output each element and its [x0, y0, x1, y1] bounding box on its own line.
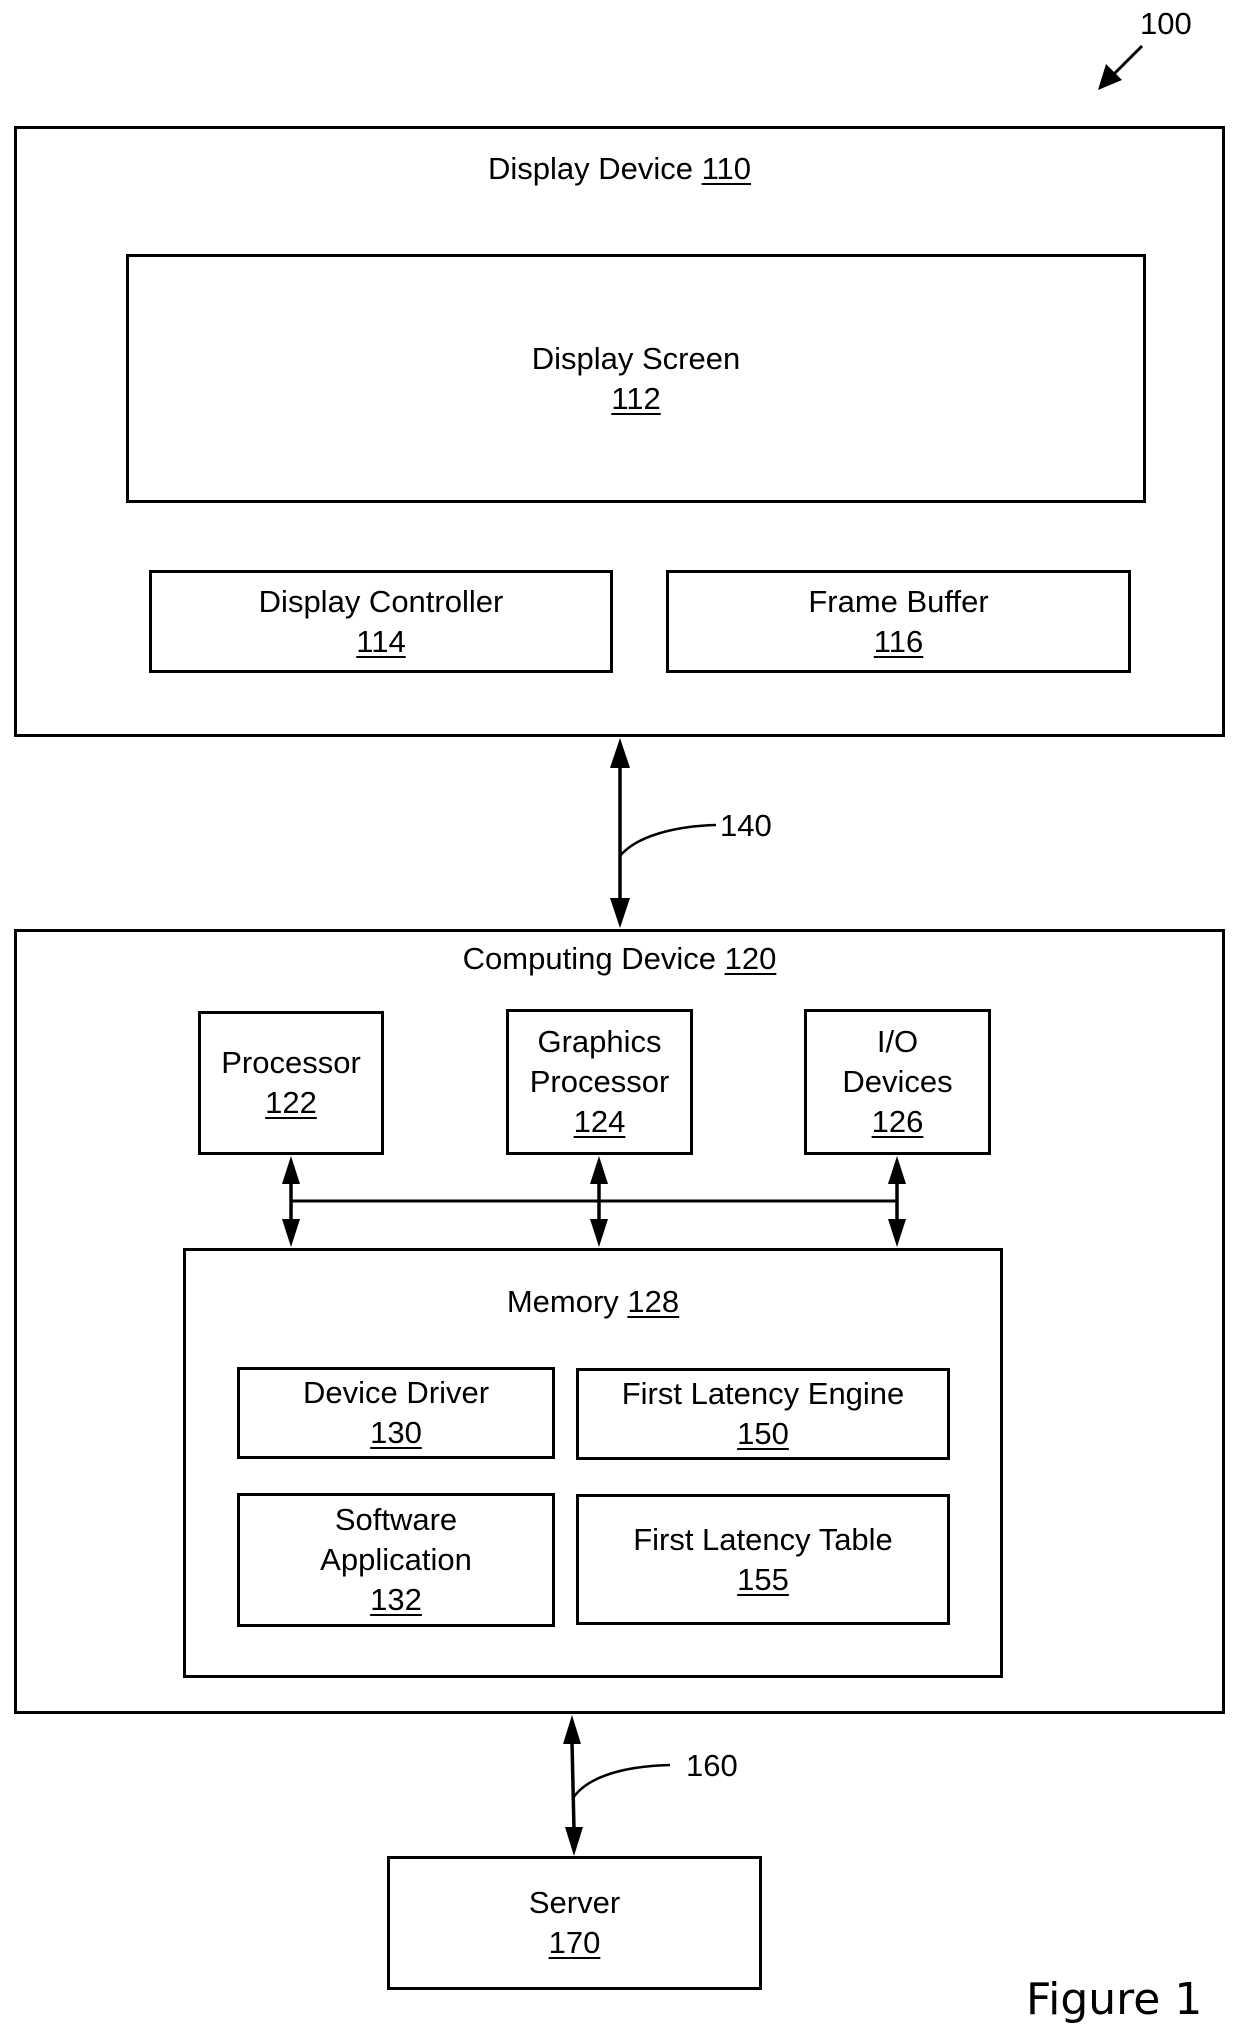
- frame-buffer-box: Frame Buffer 116: [666, 570, 1131, 673]
- display-screen-label: Display Screen 112: [129, 339, 1143, 419]
- figure-reference-number: 100: [1140, 6, 1192, 41]
- device-driver-number: 130: [370, 1415, 422, 1450]
- display-screen-title: Display Screen: [531, 340, 741, 376]
- frame-buffer-label: Frame Buffer 116: [669, 582, 1128, 662]
- link-160-label: 160: [686, 1748, 738, 1783]
- computing-device-title: Computing Device: [462, 941, 716, 976]
- device-driver-box: Device Driver 130: [237, 1367, 555, 1459]
- io-devices-number: 126: [871, 1104, 924, 1139]
- software-application-title-line1: Software: [334, 1502, 458, 1537]
- memory-label: Memory 128: [186, 1282, 1000, 1322]
- processor-box: Processor 122: [198, 1011, 384, 1155]
- graphics-processor-title-line1: Graphics: [537, 1024, 662, 1059]
- server-number: 170: [548, 1925, 601, 1960]
- software-application-box: Software Application 132: [237, 1493, 555, 1627]
- first-latency-table-number: 155: [737, 1561, 789, 1597]
- memory-number: 128: [627, 1284, 680, 1319]
- processor-title: Processor: [221, 1045, 361, 1080]
- device-driver-title: Device Driver: [302, 1375, 490, 1410]
- computing-device-number: 120: [724, 941, 777, 976]
- first-latency-table-box: First Latency Table 155: [576, 1494, 950, 1625]
- first-latency-engine-label: First Latency Engine 150: [579, 1374, 947, 1454]
- memory-title: Memory: [506, 1284, 619, 1319]
- computing-device-label: Computing Device 120: [17, 939, 1222, 979]
- graphics-processor-box: Graphics Processor 124: [506, 1009, 693, 1155]
- display-screen-box: Display Screen 112: [126, 254, 1146, 503]
- display-controller-number: 114: [356, 623, 406, 659]
- display-device-number: 110: [701, 151, 752, 186]
- software-application-title-line2: Application: [320, 1542, 472, 1577]
- link-140-label: 140: [720, 808, 772, 843]
- frame-buffer-number: 116: [873, 623, 924, 659]
- first-latency-table-title: First Latency Table: [633, 1521, 893, 1557]
- processor-number: 122: [265, 1085, 317, 1120]
- display-controller-label: Display Controller 114: [152, 582, 610, 662]
- display-device-label: Display Device 110: [17, 149, 1222, 189]
- display-screen-number: 112: [611, 380, 661, 416]
- software-application-number: 132: [370, 1582, 422, 1617]
- display-controller-title: Display Controller: [258, 583, 504, 619]
- processor-label: Processor 122: [201, 1043, 381, 1123]
- first-latency-engine-title: First Latency Engine: [621, 1376, 905, 1411]
- display-controller-box: Display Controller 114: [149, 570, 613, 673]
- frame-buffer-title: Frame Buffer: [808, 583, 989, 619]
- figure-reference-arrow: [1098, 44, 1144, 90]
- link-160-arrow: [563, 1715, 671, 1856]
- figure-caption: Figure 1: [1026, 1974, 1203, 2025]
- io-devices-title-line2: Devices: [842, 1064, 953, 1099]
- server-label: Server 170: [390, 1883, 759, 1963]
- first-latency-engine-number: 150: [737, 1416, 789, 1451]
- server-box: Server 170: [387, 1856, 762, 1990]
- graphics-processor-number: 124: [573, 1104, 626, 1139]
- io-devices-title-line1: I/O: [876, 1024, 919, 1059]
- graphics-processor-label: Graphics Processor 124: [509, 1022, 690, 1142]
- graphics-processor-title-line2: Processor: [529, 1064, 670, 1099]
- first-latency-engine-box: First Latency Engine 150: [576, 1368, 950, 1460]
- display-device-title: Display Device: [487, 151, 693, 186]
- software-application-label: Software Application 132: [240, 1500, 552, 1620]
- device-driver-label: Device Driver 130: [240, 1373, 552, 1453]
- link-140-arrow: [610, 738, 717, 928]
- io-devices-label: I/O Devices 126: [807, 1022, 988, 1142]
- io-devices-box: I/O Devices 126: [804, 1009, 991, 1155]
- server-title: Server: [528, 1885, 621, 1920]
- first-latency-table-label: First Latency Table 155: [579, 1520, 947, 1600]
